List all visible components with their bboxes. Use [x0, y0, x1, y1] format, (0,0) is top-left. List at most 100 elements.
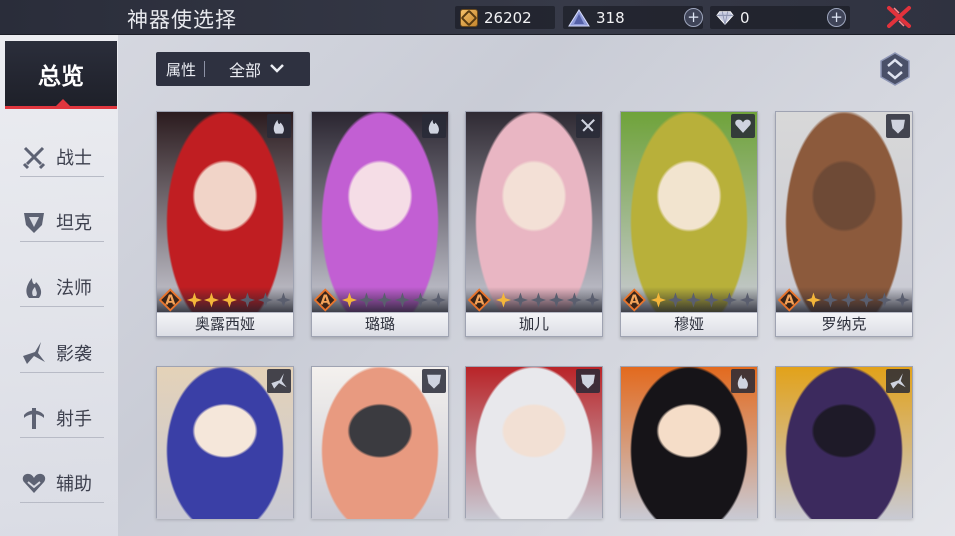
rank-letter: A: [474, 294, 485, 309]
sidebar-item-marksman[interactable]: 射手: [20, 398, 104, 438]
top-bar: 神器使选择 26202 318 + 0 +: [0, 0, 955, 35]
rank-badge-icon: A: [623, 288, 646, 312]
star-empty-icon: [513, 292, 529, 308]
star-filled-icon: [341, 292, 357, 308]
star-filled-icon: [204, 292, 220, 308]
star-filled-icon: [805, 292, 821, 308]
sort-toggle-icon[interactable]: [876, 50, 914, 88]
chevron-down-icon: [269, 60, 285, 78]
star-empty-icon: [431, 292, 447, 308]
diamond-gem-icon: [716, 9, 734, 27]
close-icon[interactable]: [886, 5, 912, 29]
star-empty-icon: [377, 292, 393, 308]
star-rating: A: [312, 287, 448, 313]
crystal-amount: 318: [596, 9, 625, 27]
support-heart-icon: [731, 114, 755, 138]
gold-coin-icon: [460, 9, 478, 27]
gem-counter: 0: [716, 7, 750, 29]
sidebar-item-label: 法师: [56, 277, 92, 299]
marksman-crossbow-icon: [20, 404, 48, 432]
star-filled-icon: [222, 292, 238, 308]
sidebar-item-label: 战士: [56, 147, 92, 169]
star-empty-icon: [276, 292, 292, 308]
star-empty-icon: [531, 292, 547, 308]
tank-shield-icon: [576, 369, 600, 393]
sidebar-item-label: 坦克: [56, 212, 92, 234]
crystal-pyramid-icon: [568, 9, 590, 27]
character-card[interactable]: [620, 366, 758, 519]
character-card[interactable]: A 璐璐: [311, 111, 449, 337]
character-card[interactable]: A 穆娅: [620, 111, 758, 337]
star-empty-icon: [859, 292, 875, 308]
star-rating: A: [157, 287, 293, 313]
rank-letter: A: [320, 294, 331, 309]
star-empty-icon: [722, 292, 738, 308]
star-empty-icon: [585, 292, 601, 308]
star-empty-icon: [841, 292, 857, 308]
character-portrait: [621, 112, 757, 312]
rank-letter: A: [165, 294, 176, 309]
gold-amount: 26202: [484, 9, 532, 27]
sidebar-item-warrior[interactable]: 战士: [20, 137, 104, 177]
mage-flame-icon: [422, 114, 446, 138]
sidebar-item-mage[interactable]: 法师: [20, 267, 104, 307]
warrior-swords-icon: [20, 143, 48, 171]
page-title: 神器使选择: [127, 8, 237, 32]
star-empty-icon: [395, 292, 411, 308]
tank-shield-icon: [20, 208, 48, 236]
character-portrait: [776, 112, 912, 312]
filter-divider: [204, 61, 206, 77]
rank-letter: A: [784, 294, 795, 309]
character-card[interactable]: A 罗纳克: [775, 111, 913, 337]
sidebar-item-label: 射手: [56, 408, 92, 430]
star-empty-icon: [704, 292, 720, 308]
add-crystal-button[interactable]: +: [684, 8, 703, 27]
character-card[interactable]: A 珈儿: [465, 111, 603, 337]
star-empty-icon: [413, 292, 429, 308]
star-empty-icon: [668, 292, 684, 308]
mage-flame-icon: [267, 114, 291, 138]
character-name: 璐璐: [312, 312, 448, 336]
character-card[interactable]: [156, 366, 294, 519]
mage-flame-icon: [731, 369, 755, 393]
star-filled-icon: [186, 292, 202, 308]
character-portrait: [157, 112, 293, 312]
star-filled-icon: [495, 292, 511, 308]
tank-shield-icon: [886, 114, 910, 138]
star-empty-icon: [686, 292, 702, 308]
star-rating: A: [621, 287, 757, 313]
character-name: 珈儿: [466, 312, 602, 336]
star-empty-icon: [740, 292, 756, 308]
assassin-blade-icon: [20, 339, 48, 367]
character-name: 奥露西娅: [157, 312, 293, 336]
character-name: 罗纳克: [776, 312, 912, 336]
rank-letter: A: [629, 294, 640, 309]
sidebar-item-label: 影袭: [56, 343, 92, 365]
character-card[interactable]: [775, 366, 913, 519]
filter-label: 属性: [166, 60, 197, 79]
rank-badge-icon: A: [778, 288, 801, 312]
star-empty-icon: [823, 292, 839, 308]
character-card[interactable]: [311, 366, 449, 519]
star-empty-icon: [549, 292, 565, 308]
star-empty-icon: [240, 292, 256, 308]
crystal-counter: 318: [568, 7, 625, 29]
rank-badge-icon: A: [468, 288, 491, 312]
sidebar-item-tank[interactable]: 坦克: [20, 202, 104, 242]
character-card[interactable]: A 奥露西娅: [156, 111, 294, 337]
character-portrait: [466, 112, 602, 312]
sidebar-item-label: 辅助: [56, 473, 92, 495]
support-heart-icon: [20, 469, 48, 497]
gem-amount: 0: [740, 9, 750, 27]
assassin-blade-icon: [267, 369, 291, 393]
sidebar-item-all[interactable]: 总览: [5, 41, 117, 109]
star-rating: A: [466, 287, 602, 313]
star-rating: A: [776, 287, 912, 313]
character-card[interactable]: [465, 366, 603, 519]
assassin-blade-icon: [886, 369, 910, 393]
sidebar-item-support[interactable]: 辅助: [20, 463, 104, 503]
sidebar-item-assassin[interactable]: 影袭: [20, 333, 104, 373]
attribute-filter-dropdown[interactable]: 属性 全部: [156, 52, 310, 86]
add-gem-button[interactable]: +: [827, 8, 846, 27]
tank-shield-icon: [422, 369, 446, 393]
